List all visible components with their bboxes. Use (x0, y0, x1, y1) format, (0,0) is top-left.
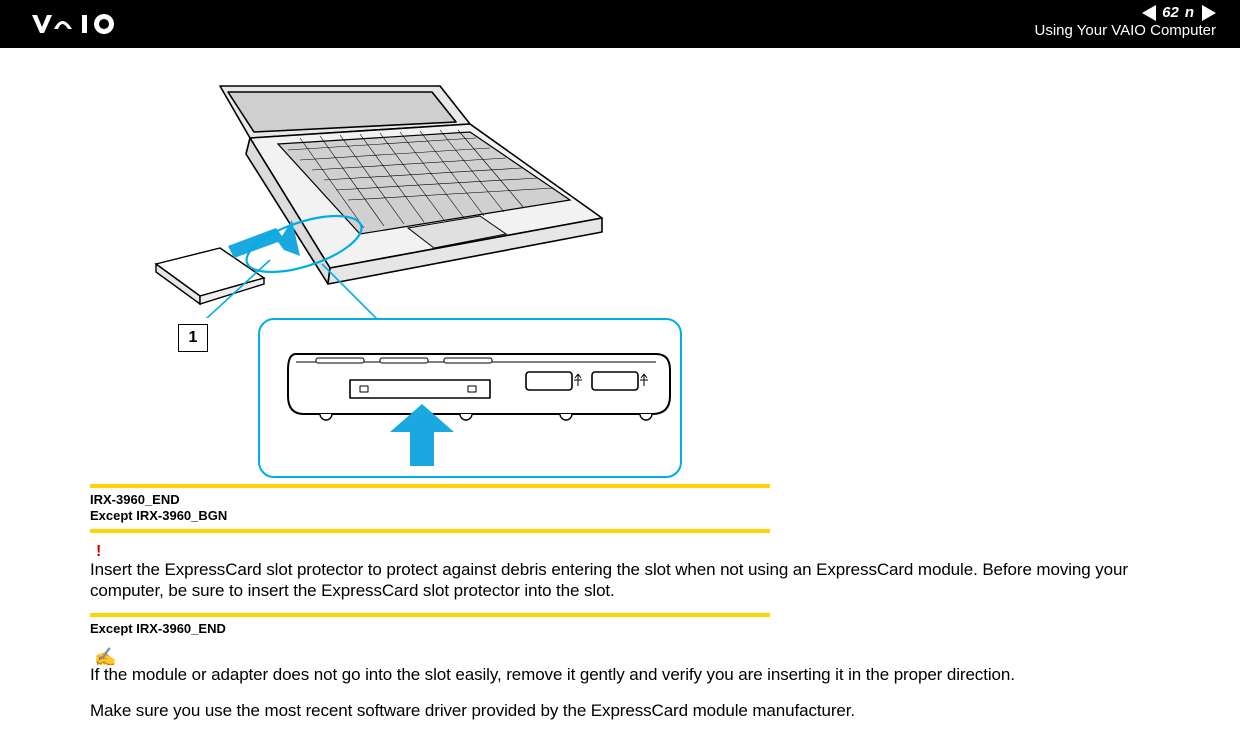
warning-paragraph: Insert the ExpressCard slot protector to… (90, 559, 1150, 602)
header-right: 62 n Using Your VAIO Computer (1035, 4, 1216, 44)
laptop-illustration (150, 78, 620, 318)
warning-block: ! Insert the ExpressCard slot protector … (90, 543, 1150, 602)
yellow-divider (90, 613, 770, 617)
expresscard-diagram: 1 (150, 78, 710, 478)
section-title: Using Your VAIO Computer (1035, 22, 1216, 40)
note-block: ✍ If the module or adapter does not go i… (90, 647, 1150, 721)
next-page-icon[interactable] (1202, 5, 1216, 21)
page-nav: 62 n (1035, 4, 1216, 22)
diagram-callout-1: 1 (178, 324, 208, 352)
page-n-label: 62 (1162, 4, 1179, 22)
code-label-c: Except IRX-3960_END (90, 621, 1160, 637)
code-label-a: IRX-3960_END (90, 492, 1160, 508)
page-header: 62 n Using Your VAIO Computer (0, 0, 1240, 48)
code-label-b: Except IRX-3960_BGN (90, 508, 1160, 524)
vaio-logo (32, 10, 152, 38)
prev-page-icon[interactable] (1142, 5, 1156, 21)
yellow-divider (90, 484, 770, 488)
page-content: 1 (0, 48, 1240, 721)
driver-paragraph: Make sure you use the most recent softwa… (90, 700, 1150, 721)
slot-detail-panel (258, 318, 682, 478)
note-paragraph: If the module or adapter does not go int… (90, 664, 1150, 685)
callout-number: 1 (189, 329, 198, 347)
yellow-divider (90, 529, 770, 533)
page-n-suffix: n (1185, 4, 1194, 22)
